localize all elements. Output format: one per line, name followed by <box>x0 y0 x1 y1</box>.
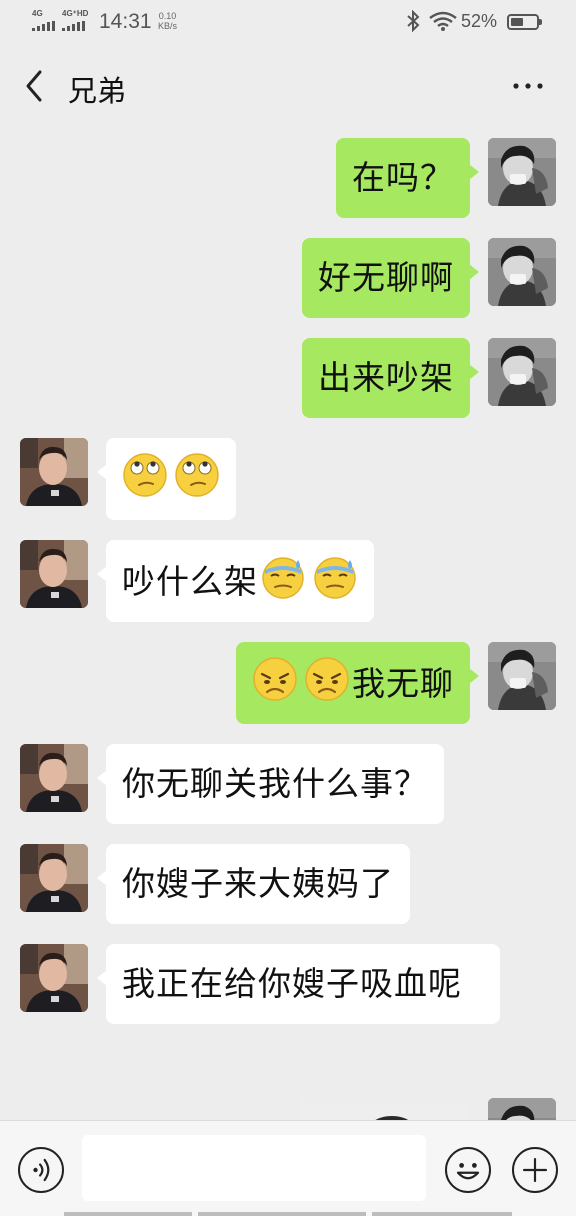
chat-header: 兄弟 <box>0 44 576 128</box>
message-text: 你嫂子来大姨妈了 <box>122 864 394 903</box>
nav-hint-bar <box>198 1212 366 1216</box>
eye-roll-emoji <box>122 452 168 498</box>
message-bubble[interactable]: 你无聊关我什么事？ <box>97 744 444 824</box>
message-list[interactable]: 在吗？ 好无聊啊 出来吵架 吵什么架 我无聊 你无聊关我什么事？ 你嫂子来大姨妈… <box>0 128 576 1120</box>
network-speed-value: 0.10 <box>158 11 177 21</box>
message-bubble[interactable]: 吵什么架 <box>97 540 374 622</box>
message-text: 我无聊 <box>352 664 454 703</box>
eye-roll-emoji <box>174 452 220 498</box>
friend-avatar[interactable] <box>20 438 88 506</box>
message-bubble[interactable]: 在吗？ <box>336 138 479 218</box>
message-bubble[interactable]: 你嫂子来大姨妈了 <box>97 844 410 924</box>
nav-hint-bar <box>372 1212 512 1216</box>
network-type-1: 4G <box>32 9 43 18</box>
chat-title: 兄弟 <box>68 74 127 108</box>
sweat-emoji <box>312 554 358 600</box>
friend-avatar[interactable] <box>20 844 88 912</box>
more-dots-icon[interactable] <box>506 70 550 102</box>
sweat-emoji <box>260 554 306 600</box>
smiley-icon[interactable] <box>445 1147 491 1193</box>
network-speed-unit: KB/s <box>158 21 178 31</box>
bluetooth-icon <box>407 10 420 32</box>
message-text: 你无聊关我什么事？ <box>122 764 428 803</box>
my-avatar[interactable] <box>488 138 556 206</box>
my-avatar[interactable] <box>488 1098 556 1120</box>
message-bubble[interactable]: 我正在给你嫂子吸血呢 <box>97 944 500 1024</box>
plus-icon[interactable] <box>512 1147 558 1193</box>
message-text: 我正在给你嫂子吸血呢 <box>122 964 462 1003</box>
photo-message[interactable] <box>300 1098 470 1120</box>
friend-avatar[interactable] <box>20 540 88 608</box>
message-bubble[interactable]: 我无聊 <box>236 642 479 724</box>
clock: 14:31 <box>99 10 152 33</box>
message-input[interactable] <box>82 1135 426 1201</box>
nav-hint-bar <box>64 1212 192 1216</box>
my-avatar[interactable] <box>488 338 556 406</box>
wifi-icon <box>429 11 457 31</box>
battery-icon <box>507 14 542 30</box>
message-bubble[interactable] <box>97 438 236 520</box>
my-avatar[interactable] <box>488 642 556 710</box>
network-type-2: 4G⁺HD <box>62 9 89 18</box>
chevron-left-icon[interactable] <box>20 66 50 106</box>
photo-thumbnail <box>300 1098 470 1120</box>
message-text: 在吗？ <box>352 158 454 197</box>
my-avatar[interactable] <box>488 238 556 306</box>
message-text: 出来吵架 <box>318 358 454 397</box>
input-bar <box>0 1120 576 1216</box>
status-bar: 4G 4G⁺HD 14:31 0.10 KB/s 52% <box>0 0 576 44</box>
sad-face-emoji <box>252 656 298 702</box>
voice-icon[interactable] <box>18 1147 64 1193</box>
message-text: 好无聊啊 <box>318 258 454 297</box>
message-bubble[interactable]: 好无聊啊 <box>302 238 479 318</box>
message-text: 吵什么架 <box>122 562 258 601</box>
battery-fill <box>511 18 523 26</box>
sad-face-emoji <box>304 656 350 702</box>
signal-indicator-2: 4G⁺HD <box>62 10 88 31</box>
friend-avatar[interactable] <box>20 944 88 1012</box>
battery-percent: 52% <box>461 11 498 31</box>
signal-indicator-1: 4G <box>32 10 55 31</box>
network-speed: 0.10 KB/s <box>158 11 177 31</box>
message-bubble[interactable]: 出来吵架 <box>302 338 479 418</box>
friend-avatar[interactable] <box>20 744 88 812</box>
